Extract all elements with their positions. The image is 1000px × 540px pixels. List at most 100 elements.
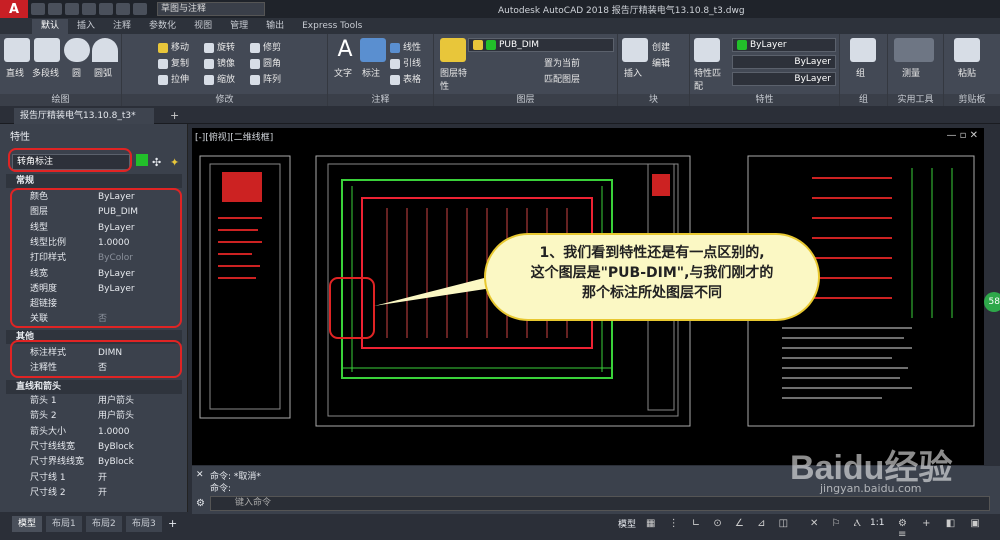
- document-tab[interactable]: 报告厅精装电气13.10.8_t3*: [14, 108, 154, 124]
- tab-manage[interactable]: 管理: [221, 19, 257, 34]
- polyline-icon[interactable]: [34, 38, 60, 62]
- open-file-icon[interactable]: [48, 3, 62, 15]
- insert-block-icon[interactable]: [622, 38, 648, 62]
- circle-button[interactable]: 圆: [72, 66, 81, 79]
- mirror-button[interactable]: 镜像: [204, 56, 235, 69]
- add-layout-icon[interactable]: +: [168, 517, 177, 530]
- tab-layout2[interactable]: 布局2: [86, 516, 122, 532]
- leader-button[interactable]: 引线: [390, 56, 421, 69]
- property-row[interactable]: 尺寸线 2 开: [6, 486, 182, 501]
- property-value[interactable]: 开: [98, 486, 107, 501]
- property-row[interactable]: 箭头 1 用户箭头: [6, 394, 182, 409]
- property-key: 箭头 1: [30, 396, 57, 406]
- measure-button[interactable]: 测量: [902, 66, 920, 79]
- move-button[interactable]: 移动: [158, 40, 189, 53]
- measure-icon[interactable]: [894, 38, 934, 62]
- property-value[interactable]: 用户箭头: [98, 394, 134, 409]
- dimension-icon[interactable]: [360, 38, 386, 62]
- wrench-icon[interactable]: ⚙: [196, 498, 205, 509]
- tab-view[interactable]: 视图: [185, 19, 221, 34]
- property-row[interactable]: 箭头 2 用户箭头: [6, 409, 182, 424]
- match-properties-button[interactable]: 特性匹配: [694, 66, 722, 92]
- annotation-scale[interactable]: 1:1: [870, 518, 884, 528]
- property-key: 尺寸线 2: [30, 487, 66, 498]
- system-toggles[interactable]: ⚙ + ◧ ▣ ≡: [898, 518, 1000, 540]
- quick-select-icon[interactable]: [136, 154, 148, 166]
- undo-icon[interactable]: [116, 3, 130, 15]
- tab-insert[interactable]: 插入: [68, 19, 104, 34]
- tab-parametric[interactable]: 参数化: [140, 19, 185, 34]
- edit-block-button[interactable]: 编辑: [652, 56, 670, 69]
- group-icon[interactable]: [850, 38, 876, 62]
- tab-output[interactable]: 输出: [257, 19, 293, 34]
- polyline-button[interactable]: 多段线: [32, 66, 59, 79]
- insert-button[interactable]: 插入: [624, 66, 642, 79]
- new-file-icon[interactable]: [31, 3, 45, 15]
- arc-icon[interactable]: [92, 38, 118, 62]
- arc-button[interactable]: 圆弧: [94, 66, 112, 79]
- tab-annotate[interactable]: 注释: [104, 19, 140, 34]
- scale-button[interactable]: 缩放: [204, 72, 235, 85]
- tab-layout3[interactable]: 布局3: [126, 516, 162, 532]
- bulb-icon: [473, 39, 483, 50]
- property-value[interactable]: 1.0000: [98, 425, 130, 440]
- group-button[interactable]: 组: [856, 66, 865, 79]
- array-button[interactable]: 阵列: [250, 72, 281, 85]
- new-tab-icon[interactable]: +: [170, 109, 179, 122]
- paste-icon[interactable]: [954, 38, 980, 62]
- trim-button[interactable]: 修剪: [250, 40, 281, 53]
- copy-button[interactable]: 复制: [158, 56, 189, 69]
- drafting-toggles[interactable]: ▦ ⋮ ∟ ⊙ ∠ ⊿ ◫: [646, 518, 793, 529]
- layer-dropdown[interactable]: PUB_DIM: [468, 38, 614, 52]
- save-as-icon[interactable]: [82, 3, 96, 15]
- layer-properties-button[interactable]: 图层特性: [440, 66, 470, 92]
- tab-default[interactable]: 默认: [32, 19, 69, 34]
- save-icon[interactable]: [65, 3, 79, 15]
- section-general[interactable]: 常规: [6, 174, 182, 188]
- tab-model[interactable]: 模型: [12, 516, 43, 532]
- text-button[interactable]: 文字: [334, 66, 352, 79]
- tab-layout1[interactable]: 布局1: [46, 516, 82, 532]
- text-icon[interactable]: A: [332, 38, 358, 62]
- panel-label: 特性: [690, 94, 839, 106]
- create-block-button[interactable]: 创建: [652, 40, 670, 53]
- property-row[interactable]: 尺寸线线宽 ByBlock: [6, 440, 182, 455]
- command-input[interactable]: 键入命令: [210, 496, 990, 511]
- redo-icon[interactable]: [133, 3, 147, 15]
- match-layer-button[interactable]: 匹配图层: [544, 72, 580, 85]
- property-row[interactable]: 尺寸线 1 开: [6, 471, 182, 486]
- linear-button[interactable]: 线性: [390, 40, 421, 53]
- paste-button[interactable]: 粘贴: [958, 66, 976, 79]
- model-space-toggle[interactable]: 模型: [618, 517, 636, 530]
- section-lines-arrows[interactable]: 直线和箭头: [6, 380, 182, 394]
- match-properties-icon[interactable]: [694, 38, 720, 62]
- property-value[interactable]: ByBlock: [98, 440, 134, 455]
- print-icon[interactable]: [99, 3, 113, 15]
- line-button[interactable]: 直线: [6, 66, 24, 79]
- select-objects-icon[interactable]: ✣: [152, 156, 161, 169]
- app-menu-button[interactable]: A: [0, 0, 28, 18]
- property-row[interactable]: 箭头大小 1.0000: [6, 425, 182, 440]
- floating-badge[interactable]: 58: [984, 292, 1000, 312]
- table-button[interactable]: 表格: [390, 72, 421, 85]
- circle-icon[interactable]: [64, 38, 90, 62]
- property-value[interactable]: 开: [98, 471, 107, 486]
- layer-properties-icon[interactable]: [440, 38, 466, 62]
- rotate-button[interactable]: 旋转: [204, 40, 235, 53]
- property-row[interactable]: 尺寸界线线宽 ByBlock: [6, 455, 182, 470]
- color-dropdown[interactable]: ByLayer: [732, 38, 836, 52]
- close-icon[interactable]: ✕: [196, 470, 206, 480]
- pickadd-icon[interactable]: ✦: [170, 156, 179, 169]
- dimension-button[interactable]: 标注: [362, 66, 380, 79]
- linetype-dropdown[interactable]: ByLayer: [732, 55, 836, 69]
- annotation-toggles[interactable]: ✕ ⚐ Ⲁ: [810, 518, 866, 529]
- property-value[interactable]: 用户箭头: [98, 409, 134, 424]
- stretch-button[interactable]: 拉伸: [158, 72, 189, 85]
- workspace-dropdown[interactable]: 草图与注释: [157, 2, 265, 16]
- line-icon[interactable]: [4, 38, 30, 62]
- property-value[interactable]: ByBlock: [98, 455, 134, 470]
- fillet-button[interactable]: 圆角: [250, 56, 281, 69]
- lineweight-dropdown[interactable]: ByLayer: [732, 72, 836, 86]
- tab-express-tools[interactable]: Express Tools: [293, 19, 371, 34]
- set-current-button[interactable]: 置为当前: [544, 56, 580, 69]
